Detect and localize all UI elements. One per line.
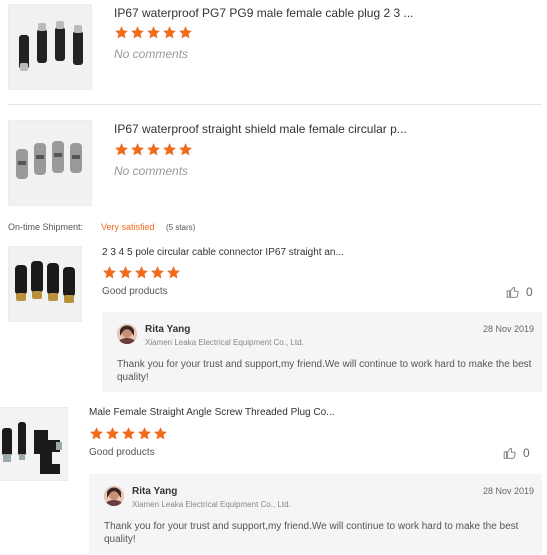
review-product-title[interactable]: 2 3 4 5 pole circular cable connector IP… <box>102 247 344 258</box>
review-text: Good products <box>89 447 155 458</box>
star-icon <box>103 266 116 279</box>
star-icon <box>138 427 151 440</box>
star-icon <box>135 266 148 279</box>
thumbs-up-icon <box>503 448 516 459</box>
seller-reply: Rita Yang Xiamen Leaka Electrical Equipm… <box>89 474 542 554</box>
reply-text-line: quality! <box>117 372 149 383</box>
review-text: Good products <box>102 286 168 297</box>
star-icon <box>147 26 160 39</box>
shipment-label: On-time Shipment: <box>8 222 84 232</box>
star-icon <box>151 266 164 279</box>
product-thumbnail[interactable] <box>8 120 92 206</box>
star-icon <box>167 266 180 279</box>
reply-company: Xiamen Leaka Electrical Equipment Co., L… <box>132 500 291 509</box>
reply-date: 28 Nov 2019 <box>482 486 534 496</box>
avatar <box>117 324 137 344</box>
star-icon <box>90 427 103 440</box>
star-icon <box>179 143 192 156</box>
star-icon <box>147 143 160 156</box>
star-icon <box>154 427 167 440</box>
reply-company: Xiamen Leaka Electrical Equipment Co., L… <box>145 338 304 347</box>
connector-image <box>9 247 81 321</box>
star-icon <box>106 427 119 440</box>
reply-author: Rita Yang <box>132 486 178 497</box>
connector-image <box>9 121 91 205</box>
star-icon <box>163 143 176 156</box>
star-icon <box>122 427 135 440</box>
connector-image <box>0 408 67 480</box>
like-button[interactable]: 0 <box>506 285 533 299</box>
reply-text-line: Thank you for your trust and support,my … <box>117 359 532 370</box>
star-icon <box>131 26 144 39</box>
like-count: 0 <box>526 285 533 299</box>
like-count: 0 <box>523 446 530 460</box>
reply-text-line: Thank you for your trust and support,my … <box>104 521 519 532</box>
avatar-image <box>117 324 137 344</box>
shipment-value: Very satisfied <box>101 222 155 232</box>
star-icon <box>179 26 192 39</box>
comment-text: No comments <box>114 164 189 178</box>
reply-author: Rita Yang <box>145 324 191 335</box>
star-icon <box>115 143 128 156</box>
product-thumbnail[interactable] <box>0 407 68 481</box>
like-button[interactable]: 0 <box>503 446 530 460</box>
avatar-image <box>104 486 124 506</box>
avatar <box>104 486 124 506</box>
star-icon <box>119 266 132 279</box>
star-icon <box>115 26 128 39</box>
seller-reply: Rita Yang Xiamen Leaka Electrical Equipm… <box>102 312 542 392</box>
star-rating <box>89 426 168 442</box>
shipment-stars-text: (5 stars) <box>166 223 196 232</box>
review-product-title[interactable]: Male Female Straight Angle Screw Threade… <box>89 407 335 418</box>
comment-text: No comments <box>114 47 189 61</box>
star-icon <box>131 143 144 156</box>
connector-image <box>9 5 91 89</box>
product-thumbnail[interactable] <box>8 246 82 322</box>
product-thumbnail[interactable] <box>8 4 92 90</box>
product-title[interactable]: IP67 waterproof straight shield male fem… <box>114 122 407 136</box>
product-title[interactable]: IP67 waterproof PG7 PG9 male female cabl… <box>114 6 414 20</box>
reply-date: 28 Nov 2019 <box>482 324 534 334</box>
reply-text-line: quality! <box>104 534 136 545</box>
thumbs-up-icon <box>506 287 519 298</box>
star-rating <box>114 142 193 158</box>
star-icon <box>163 26 176 39</box>
divider <box>8 104 542 105</box>
star-rating <box>114 25 193 41</box>
star-rating <box>102 265 181 281</box>
